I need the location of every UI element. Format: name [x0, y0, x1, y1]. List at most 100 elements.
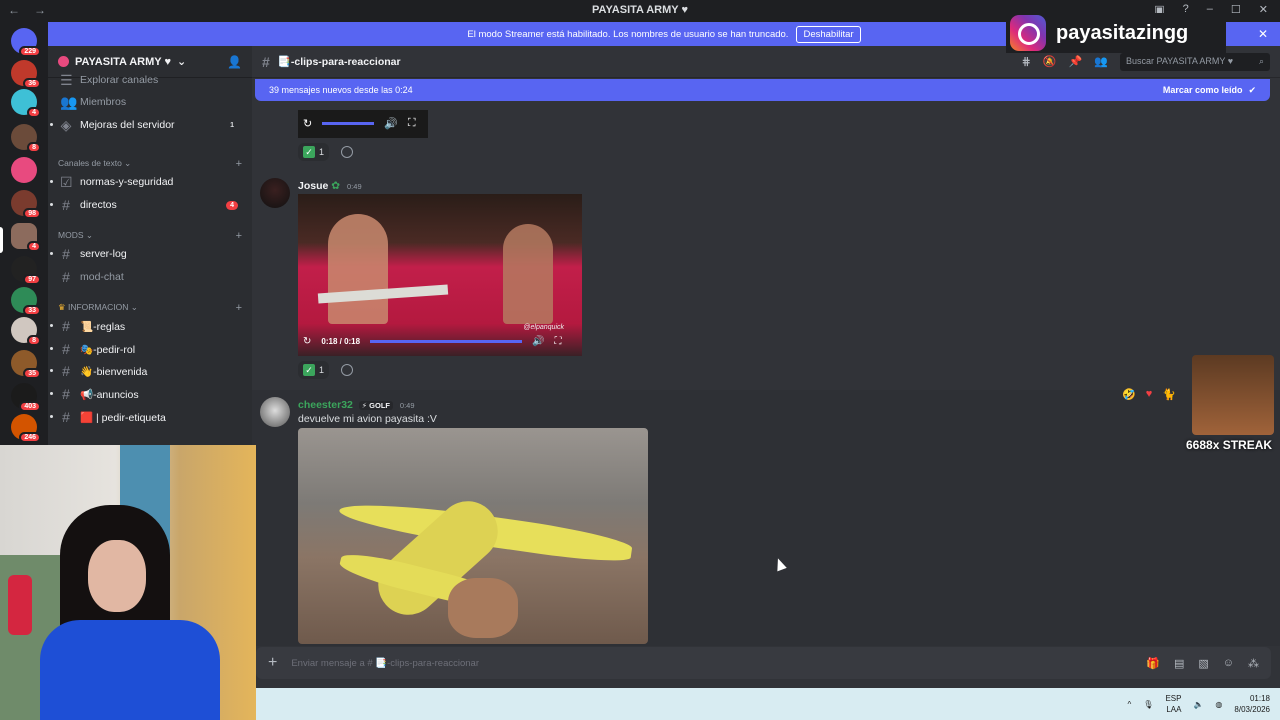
mark-as-read-button[interactable]: Marcar como leído	[1163, 85, 1243, 95]
new-messages-text: 39 mensajes nuevos desde las 0:24	[269, 85, 413, 95]
clock[interactable]: 01:18 8/03/2026	[1234, 693, 1270, 715]
guild-icon[interactable]	[11, 157, 37, 183]
guild-icon[interactable]: 8	[11, 317, 41, 346]
invite-people-icon[interactable]: 👤	[227, 55, 242, 69]
reaction-check[interactable]: ✓ 1	[298, 143, 330, 161]
volume-icon[interactable]: 🔊	[532, 336, 544, 347]
progress-bar[interactable]	[322, 122, 375, 125]
avatar[interactable]	[260, 178, 290, 208]
channel-normas-y-seguridad[interactable]: ☑ normas-y-seguridad	[50, 172, 244, 192]
network-icon[interactable]: ◍	[1215, 700, 1222, 709]
members-icon: 👥	[60, 93, 78, 110]
microphone-icon[interactable]: 🎙	[1143, 700, 1153, 709]
category-informacion[interactable]: ♛ INFORMACION ⌄ +	[58, 302, 242, 314]
member-list-icon[interactable]: 👥	[1094, 55, 1108, 68]
search-input[interactable]: Buscar PAYASITA ARMY ♥ ⌕	[1120, 52, 1270, 71]
fullscreen-icon[interactable]: ⛶	[408, 117, 416, 130]
gift-icon[interactable]: 🎁	[1146, 657, 1160, 670]
channel-reglas[interactable]: # 📜-reglas	[50, 316, 244, 336]
threads-icon[interactable]: ⋕	[1022, 55, 1031, 68]
message-author[interactable]: cheester32 ⚡ GOLF 0:49	[298, 399, 415, 411]
add-attachment-icon[interactable]: +	[268, 654, 277, 672]
channel-pedir-etiqueta[interactable]: # 🟥 | pedir-etiqueta	[50, 407, 244, 427]
channel-server-log[interactable]: # server-log	[50, 244, 244, 264]
video-time: 0:18 / 0:18	[321, 337, 361, 346]
mark-read-icon[interactable]: ✔	[1248, 85, 1256, 96]
language-indicator[interactable]: ESP LAA	[1165, 693, 1181, 715]
guild-icon[interactable]: 33	[11, 287, 41, 316]
volume-tray-icon[interactable]: 🔈	[1193, 700, 1203, 709]
channel-label: 🎭-pedir-rol	[80, 343, 136, 356]
webcam-face	[88, 540, 146, 612]
channel-anuncios[interactable]: # 📢-anuncios	[50, 384, 244, 404]
server-boosts-item[interactable]: ◈ Mejoras del servidor 1	[50, 115, 244, 135]
disable-streamer-button[interactable]: Deshabilitar	[796, 25, 861, 43]
guild-icon-selected[interactable]: 4	[11, 223, 41, 252]
progress-bar[interactable]	[370, 340, 523, 343]
replay-icon[interactable]: ↻	[303, 336, 311, 347]
channel-label: server-log	[80, 248, 127, 260]
add-channel-icon[interactable]: +	[236, 158, 242, 170]
guild-icon[interactable]: 4	[11, 89, 41, 118]
guild-badge: 246	[19, 432, 41, 443]
add-channel-icon[interactable]: +	[236, 230, 242, 242]
video-figure-left	[328, 214, 388, 324]
members-item[interactable]: 👥 Miembros	[56, 92, 244, 112]
guild-icon[interactable]: 98	[11, 190, 41, 219]
direct-messages-icon[interactable]: 229	[11, 28, 41, 57]
category-text-channels[interactable]: Canales de texto ⌄ +	[58, 158, 242, 170]
new-messages-bar[interactable]: 39 mensajes nuevos desde las 0:24 Marcar…	[255, 79, 1270, 101]
reaction-check[interactable]: ✓ 1	[298, 361, 330, 379]
channel-bienvenida[interactable]: # 👋-bienvenida	[50, 361, 244, 381]
gif-icon[interactable]: ▤	[1174, 657, 1184, 670]
hash-icon: #	[62, 341, 70, 357]
message-actions: 🤣 ♥ 🐈	[1122, 388, 1176, 401]
channel-label: 📜-reglas	[80, 320, 126, 333]
sticker-icon[interactable]: ▧	[1198, 657, 1208, 670]
volume-icon[interactable]: 🔊	[384, 117, 398, 130]
close-window-icon[interactable]: ✕	[1259, 3, 1268, 16]
channel-mod-chat[interactable]: # mod-chat	[56, 267, 244, 287]
guild-icon[interactable]: 35	[11, 350, 41, 379]
cat-reaction-icon[interactable]: 🐈	[1162, 388, 1176, 401]
fullscreen-icon[interactable]: ⛶	[555, 336, 562, 347]
guild-icon[interactable]: 97	[11, 256, 41, 285]
guild-icon[interactable]: 403	[11, 383, 41, 412]
search-icon: ⌕	[1258, 55, 1264, 66]
server-name: PAYASITA ARMY ♥	[75, 55, 171, 68]
replay-icon[interactable]: ↻	[303, 117, 312, 130]
author-name[interactable]: cheester32	[298, 399, 353, 411]
avatar[interactable]	[260, 397, 290, 427]
tray-expand-icon[interactable]: ^	[1128, 700, 1132, 709]
apps-icon[interactable]: ⁂	[1248, 657, 1259, 670]
maximize-icon[interactable]: ☐	[1231, 3, 1241, 16]
emoji-icon[interactable]: ☺	[1223, 657, 1234, 670]
hash-icon: #	[62, 386, 70, 402]
guild-icon[interactable]: 36	[11, 60, 41, 89]
message-composer[interactable]: + Enviar mensaje a # 📑-clips-para-reacci…	[256, 647, 1271, 679]
laugh-reaction-icon[interactable]: 🤣	[1122, 388, 1136, 401]
video-figure-right	[503, 224, 553, 324]
heart-reaction-icon[interactable]: ♥	[1146, 388, 1153, 401]
video-player[interactable]: @elpanquick	[298, 194, 582, 356]
add-reaction-icon[interactable]	[341, 364, 353, 376]
unread-dot	[50, 180, 53, 183]
guild-badge: 8	[27, 142, 41, 153]
add-reaction-icon[interactable]	[341, 146, 353, 158]
webcam-overlay	[0, 445, 256, 720]
pin-icon[interactable]: 📌	[1069, 55, 1083, 68]
image-attachment[interactable]	[298, 428, 648, 644]
channel-pedir-rol[interactable]: # 🎭-pedir-rol	[50, 339, 244, 359]
category-mods[interactable]: MODS ⌄ +	[58, 230, 242, 242]
add-channel-icon[interactable]: +	[236, 302, 242, 314]
guild-tag[interactable]: ⚡ GOLF	[358, 401, 393, 410]
instagram-icon	[1010, 15, 1046, 51]
explore-channels-item[interactable]: ☰ Explorar canales	[56, 70, 244, 90]
notifications-muted-icon[interactable]: 🔕	[1043, 55, 1057, 68]
channel-directos[interactable]: # directos 4	[50, 195, 244, 215]
close-banner-icon[interactable]: ✕	[1258, 27, 1268, 41]
author-name[interactable]: Josue	[298, 180, 328, 192]
guild-icon[interactable]: 246	[11, 414, 41, 443]
message-author[interactable]: Josue ✿ 0:49	[298, 180, 362, 192]
guild-icon[interactable]: 8	[11, 124, 41, 153]
